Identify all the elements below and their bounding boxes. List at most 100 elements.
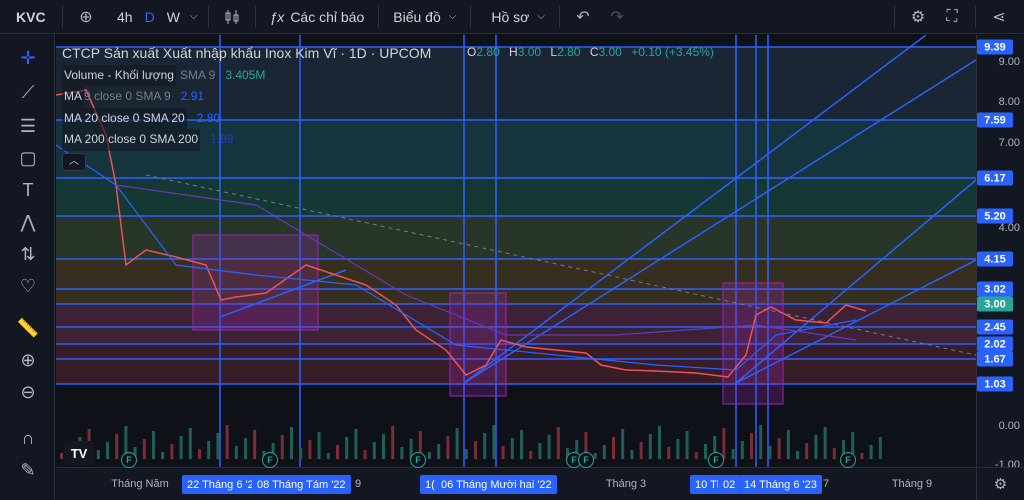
tradingview-logo[interactable]: TV [64, 441, 94, 465]
earnings-event-marker[interactable]: F [262, 452, 278, 468]
volume-sub: SMA 9 [179, 67, 216, 82]
indicators-button[interactable]: ƒx Các chỉ báo [262, 0, 373, 34]
volume-bar [142, 439, 146, 459]
prediction-icon[interactable]: ⇅ [14, 240, 42, 268]
volume-bar [115, 434, 119, 459]
interval-d-button[interactable]: D [139, 0, 161, 34]
magnet-icon[interactable]: ∩ [14, 424, 42, 452]
volume-bar [740, 441, 744, 459]
price-tag: 2.45 [977, 319, 1013, 335]
open-key: O [467, 45, 477, 59]
interval-4h-label: 4h [117, 8, 133, 25]
axis-settings-gear-icon[interactable]: ⚙ [976, 467, 1024, 500]
volume-bar [382, 434, 385, 459]
volume-label: Volume - Khối lượng [62, 64, 176, 86]
chart-layout-button[interactable]: Biểu đồ ⌵ [385, 0, 464, 34]
price-axis[interactable]: 9.00 8.00 7.00 4.00 0.00 -1.00 9.39 7.59… [976, 35, 1024, 471]
zoom-in-icon[interactable]: ⊕ [14, 346, 42, 374]
undo-icon[interactable]: ↶ [566, 0, 600, 34]
interval-4h-button[interactable]: 4h [103, 0, 139, 34]
volume-bar [363, 450, 367, 459]
trend-line-icon[interactable]: ⟋ [14, 78, 42, 106]
add-symbol-icon[interactable]: ⊕ [69, 0, 103, 34]
earnings-event-marker[interactable]: F [840, 452, 856, 468]
price-tag: 2.02 [977, 336, 1013, 352]
symbol-search-button[interactable]: KVC [0, 0, 56, 34]
legend-volume-row[interactable]: Volume - Khối lượng SMA 9 3.405M [62, 64, 431, 86]
volume-bar [694, 452, 698, 459]
volume-bar [106, 442, 109, 459]
legend-ma9-row[interactable]: MA 9 close 0 SMA 9 2.91 [62, 86, 431, 108]
volume-bar [152, 431, 155, 459]
volume-bar [860, 453, 864, 459]
chevron-up-icon: ︿ [69, 155, 79, 167]
time-tag: 02 [718, 475, 741, 494]
ma9-value: 2.91 [180, 89, 205, 103]
volume-bar [869, 445, 873, 459]
drawing-toolbar: ✛ ⟋ ☰ ▢ T ⋀ ⇅ ♡ 📏 ⊕ ⊖ ∩ ✎ [0, 34, 55, 500]
volume-bar [225, 425, 229, 459]
interval-w-button[interactable]: W [161, 0, 186, 34]
price-tag: 6.17 [977, 170, 1013, 186]
price-label-7: 7.00 [998, 137, 1020, 149]
time-axis[interactable]: Tháng Năm 9 Tháng 3 7 Tháng 9 22 Tháng 6… [56, 467, 976, 500]
volume-bar [704, 444, 707, 459]
volume-bar [685, 431, 689, 459]
high-value: 3.00 [517, 45, 542, 59]
profile-button[interactable]: Hồ sơ ⌵ [477, 0, 553, 34]
candles-chart-type-icon[interactable] [215, 0, 249, 34]
price-label-9: 9.00 [998, 56, 1020, 68]
legend-ma200-row[interactable]: MA 200 close 0 SMA 200 1.89 [62, 129, 431, 151]
price-tag: 4.15 [977, 251, 1013, 267]
favorite-heart-icon[interactable]: ♡ [14, 272, 42, 300]
fx-icon: ƒx [269, 8, 285, 25]
chevron-down-icon: ⌵ [448, 11, 457, 22]
earnings-event-marker[interactable]: F [121, 452, 137, 468]
ma9-sub: 9 close 0 SMA 9 [84, 89, 171, 103]
volume-bar [759, 425, 763, 459]
volume-bar [777, 438, 781, 459]
pattern-icon[interactable]: ⋀ [14, 208, 42, 236]
crosshair-icon[interactable]: ✛ [14, 44, 42, 72]
horizontal-lines-icon[interactable]: ☰ [14, 112, 42, 140]
chart-layout-label: Biểu đồ [393, 8, 441, 25]
earnings-event-marker[interactable]: F [578, 452, 594, 468]
volume-bar [161, 452, 165, 459]
interval-dropdown-button[interactable]: ⌵ [186, 0, 202, 34]
earnings-event-marker[interactable]: F [410, 452, 426, 468]
time-label: 9 [354, 478, 362, 490]
volume-bar [602, 445, 606, 459]
volume-bar [372, 442, 376, 459]
top-toolbar: KVC ⊕ 4h D W ⌵ ƒx Các chỉ báo Biểu đồ ⌵ Hồ… [0, 0, 1024, 34]
chart-legend: CTCP Sản xuất Xuất nhập khẩu Inox Kim Vĩ… [62, 43, 431, 171]
share-icon[interactable]: ⋖ [982, 0, 1016, 34]
volume-bar [676, 439, 680, 459]
earnings-event-marker[interactable]: F [708, 452, 724, 468]
legend-collapse-button[interactable]: ︿ [62, 152, 86, 171]
volume-bar [814, 435, 818, 459]
text-icon[interactable]: T [14, 176, 42, 204]
legend-ma20-row[interactable]: MA 20 close 0 SMA 20 2.80 [62, 107, 431, 129]
volume-bar [547, 435, 551, 459]
divider [207, 5, 209, 28]
lock-drawing-icon[interactable]: ✎ [14, 456, 42, 484]
volume-bar [244, 438, 247, 459]
highlight-rectangle [192, 234, 319, 331]
ma200-label: MA 200 close 0 SMA 200 [62, 129, 201, 151]
ma9-label: MA [62, 86, 84, 108]
volume-bar [538, 443, 542, 459]
volume-bar [612, 437, 615, 459]
time-tag: 22 Tháng 6 '2 [182, 475, 259, 494]
settings-gear-icon[interactable]: ⚙ [901, 0, 935, 34]
fullscreen-icon[interactable]: ⛶ [935, 0, 969, 34]
redo-icon[interactable]: ↷ [600, 0, 634, 34]
divider [894, 5, 895, 28]
open-value: 2.80 [476, 45, 500, 59]
time-tag: 14 Tháng 6 '23 [739, 475, 822, 494]
price-tag: 1.03 [977, 376, 1013, 392]
volume-bar [520, 430, 523, 459]
zoom-out-icon[interactable]: ⊖ [14, 378, 42, 406]
ruler-icon[interactable]: 📏 [14, 314, 42, 342]
volume-bar [428, 452, 431, 459]
rectangle-icon[interactable]: ▢ [14, 144, 42, 172]
